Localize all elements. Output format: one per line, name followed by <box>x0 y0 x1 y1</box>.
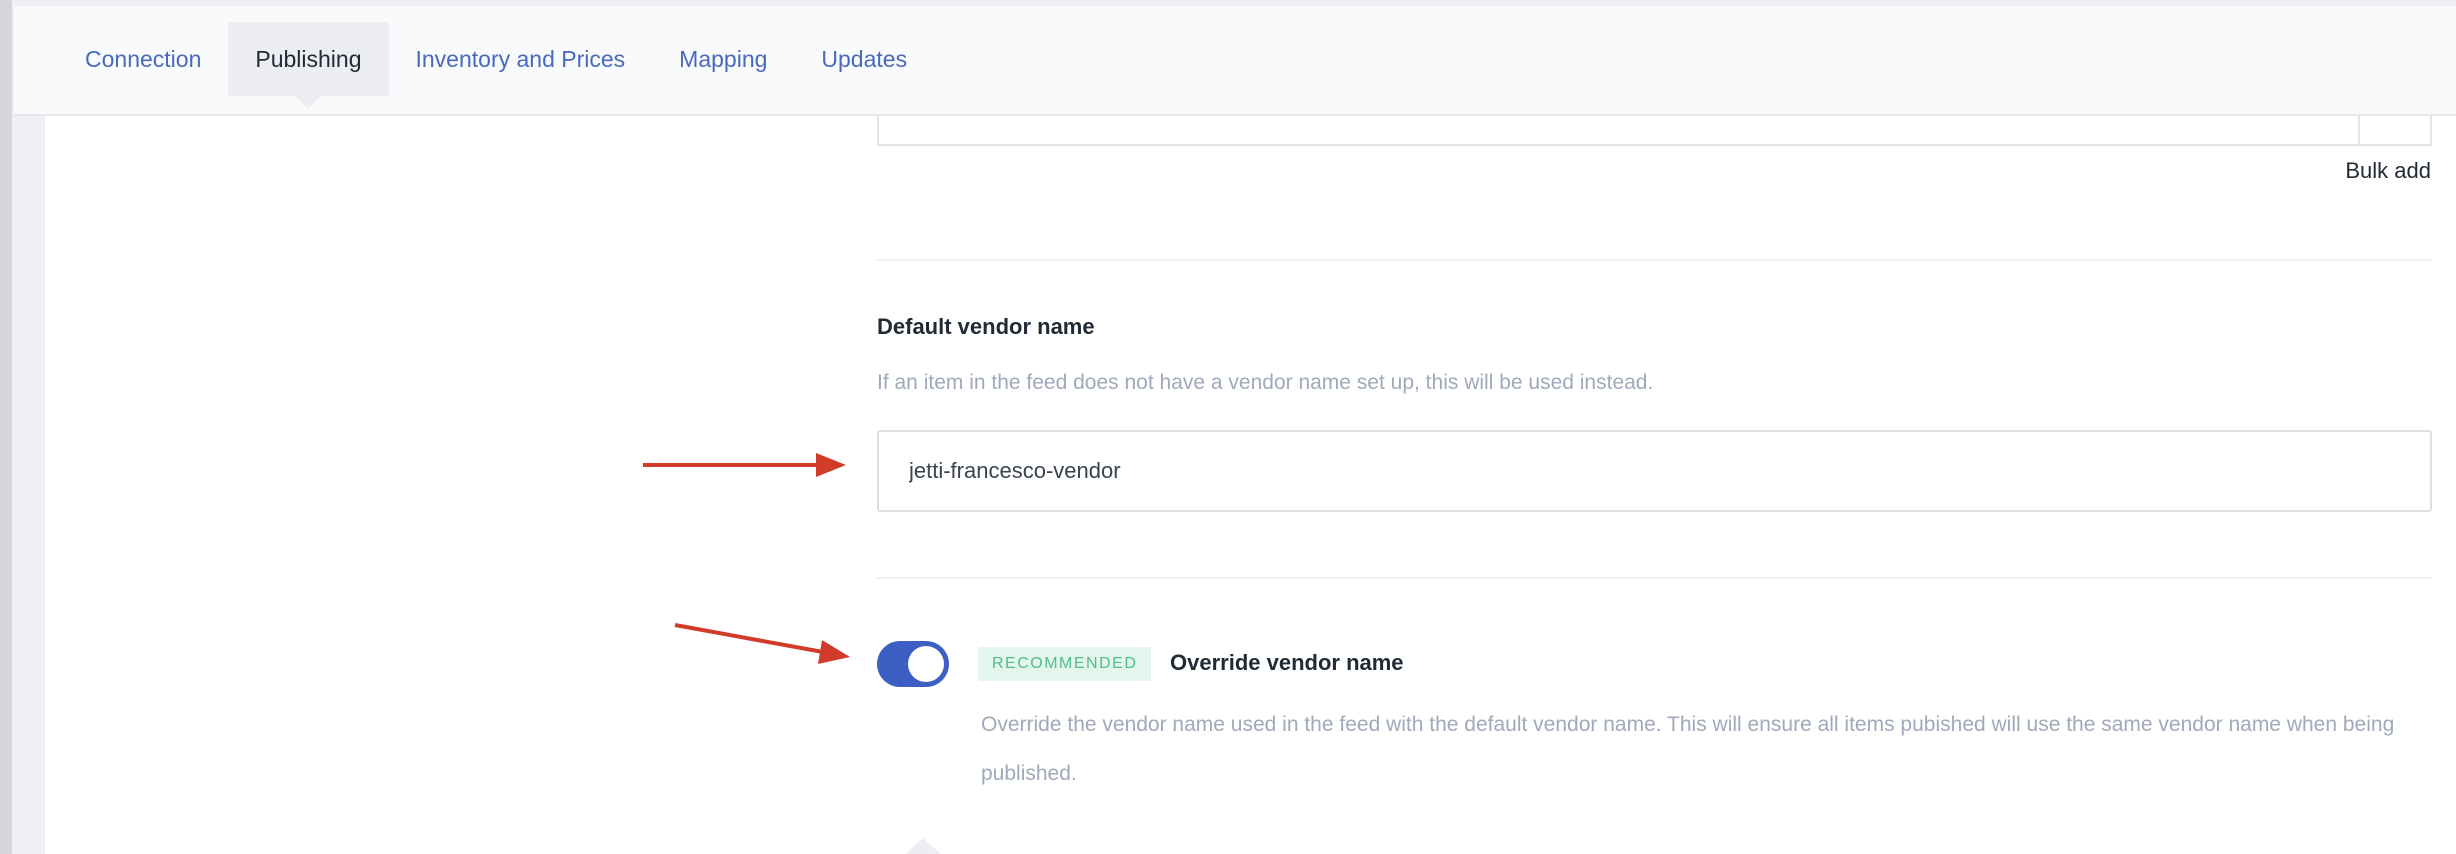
recommended-badge: RECOMMENDED <box>978 647 1152 681</box>
tooltip-pointer <box>905 838 941 854</box>
default-vendor-title: Default vendor name <box>877 314 1095 339</box>
tab-inventory-and-prices[interactable]: Inventory and Prices <box>389 22 653 96</box>
top-navigation: Connection Publishing Inventory and Pric… <box>14 0 2456 116</box>
section-divider <box>877 259 2432 261</box>
tab-connection[interactable]: Connection <box>58 22 228 96</box>
default-vendor-input[interactable] <box>877 430 2432 512</box>
override-vendor-help: Override the vendor name used in the fee… <box>981 713 2395 785</box>
window-edge <box>0 0 12 854</box>
tab-publishing[interactable]: Publishing <box>228 22 389 109</box>
arrow-to-toggle-icon <box>674 623 850 664</box>
tab-updates[interactable]: Updates <box>794 22 934 96</box>
override-vendor-title: Override vendor name <box>1170 650 1404 675</box>
tab-mapping[interactable]: Mapping <box>652 22 794 96</box>
tab-list: Connection Publishing Inventory and Pric… <box>58 22 934 109</box>
sidebar-gutter <box>12 0 45 854</box>
default-vendor-help: If an item in the feed does not have a v… <box>877 371 1654 394</box>
override-vendor-toggle[interactable] <box>877 641 949 687</box>
section-divider <box>877 577 2432 579</box>
bulk-add-button[interactable]: Bulk add <box>2345 158 2431 184</box>
arrow-to-vendor-input-icon <box>643 453 846 477</box>
toggle-knob <box>908 646 944 682</box>
